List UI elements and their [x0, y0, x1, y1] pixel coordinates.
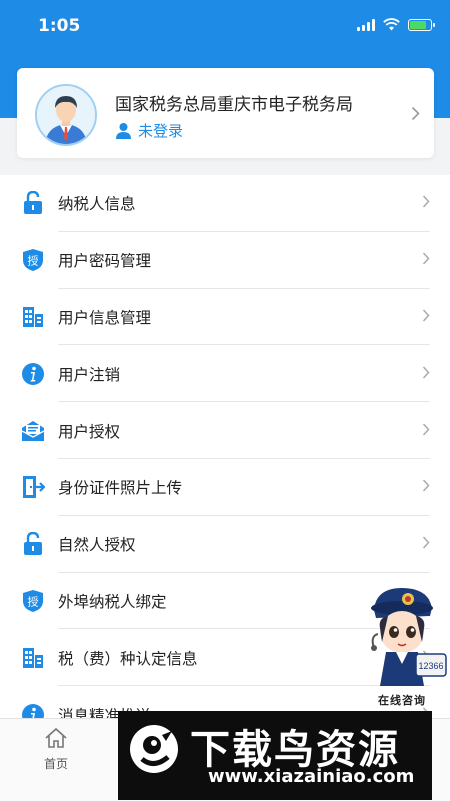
tab-home[interactable]: 首页	[36, 727, 76, 772]
chevron-right-icon	[422, 364, 430, 383]
svg-text:授: 授	[28, 254, 39, 268]
watermark-banner: 下载鸟资源 www.xiazainiao.com	[118, 711, 432, 800]
chevron-right-icon	[422, 251, 430, 270]
menu-item-label: 用户密码管理	[58, 252, 152, 271]
lock-icon	[21, 532, 45, 556]
tab-home-label: 首页	[43, 757, 68, 771]
signal-icon	[357, 18, 375, 31]
menu-item[interactable]: 用户授权	[0, 402, 450, 459]
menu-item-label: 纳税人信息	[58, 195, 136, 214]
menu-item[interactable]: 用户信息管理	[0, 289, 450, 346]
chevron-right-icon	[422, 535, 430, 554]
status-bar: 1:05	[0, 0, 450, 52]
menu-item-label: 税（费）种认定信息	[58, 649, 198, 668]
online-consult-label[interactable]: 在线咨询	[378, 692, 426, 708]
lock-icon	[21, 191, 45, 215]
org-name: 国家税务总局重庆市电子税务局	[115, 95, 353, 115]
menu-item-label: 外埠纳税人绑定	[58, 592, 167, 611]
building-icon	[21, 305, 45, 329]
chevron-right-icon	[411, 106, 420, 121]
home-icon	[45, 727, 67, 748]
menu-item-label: 身份证件照片上传	[58, 479, 183, 498]
svg-text:授: 授	[28, 594, 39, 608]
menu-item-label: 用户授权	[58, 422, 121, 441]
mail-icon	[21, 419, 45, 443]
menu-item[interactable]: 用户注销	[0, 345, 450, 403]
chevron-right-icon	[422, 478, 430, 497]
menu-item[interactable]: 授 用户密码管理	[0, 232, 450, 289]
info-icon	[21, 362, 45, 386]
menu-item-label: 用户信息管理	[58, 308, 152, 327]
shield-auth-icon: 授	[21, 589, 45, 613]
menu-item[interactable]: 纳税人信息	[0, 175, 450, 232]
watermark-logo-icon	[130, 725, 178, 773]
login-status-text: 未登录	[138, 122, 184, 140]
chevron-right-icon	[422, 307, 430, 326]
profile-card[interactable]: 国家税务总局重庆市电子税务局 未登录	[17, 68, 434, 158]
chevron-right-icon	[422, 194, 430, 213]
menu-item[interactable]: 自然人授权	[0, 516, 450, 573]
avatar	[35, 84, 97, 146]
login-status[interactable]: 未登录	[115, 120, 183, 141]
chevron-right-icon	[422, 421, 430, 440]
status-time: 1:05	[38, 16, 81, 36]
tax-mascot-image[interactable]: 12366	[366, 582, 450, 710]
battery-icon	[408, 18, 435, 31]
user-icon	[116, 123, 131, 139]
menu-item[interactable]: 身份证件照片上传	[0, 459, 450, 516]
building-icon	[21, 646, 45, 670]
status-icons	[357, 18, 435, 31]
watermark-url: www.xiazainiao.com	[208, 766, 415, 787]
menu-item-label: 用户注销	[58, 365, 121, 384]
shield-auth-icon: 授	[21, 248, 45, 272]
wifi-icon	[383, 18, 400, 31]
door-exit-icon	[21, 475, 45, 499]
menu-item-label: 自然人授权	[58, 536, 136, 555]
mascot-phone: 12366	[418, 661, 443, 671]
